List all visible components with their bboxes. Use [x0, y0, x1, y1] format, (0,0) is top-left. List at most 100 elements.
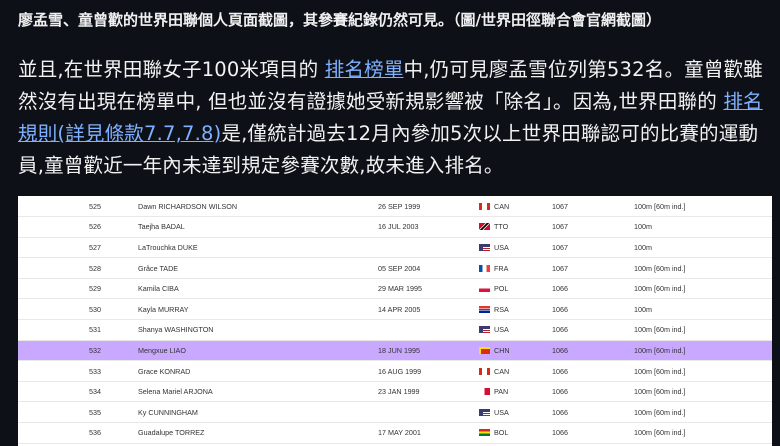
ranking-list-link[interactable]: 排名榜單 [325, 58, 404, 81]
country-code: TTO [494, 222, 509, 232]
country-flag-icon [479, 429, 490, 437]
country-flag-icon [479, 264, 490, 272]
score-cell: 1066 [552, 284, 568, 294]
event-cell: 100m [60m ind.] [634, 428, 686, 438]
rank-cell: 534 [89, 387, 101, 397]
birth-date-cell: 18 JUN 1995 [378, 345, 420, 355]
athlete-name-cell: Ky CUNNINGHAM [138, 407, 198, 417]
birth-date-cell: 05 SEP 2004 [378, 263, 421, 273]
rank-cell: 535 [89, 407, 101, 417]
country-cell: FRA [479, 258, 552, 279]
country-code: CHN [494, 345, 510, 355]
rank-cell: 536 [89, 428, 101, 438]
athlete-name-cell: Kamila CIBA [138, 284, 179, 294]
ranking-row-highlighted: 532 Mengxue LIAO 18 JUN 1995 CHN 1066 100m [6… [18, 340, 772, 361]
ranking-row: 530 Kayla MURRAY 14 APR 2005 RSA 1066 100m [18, 299, 772, 320]
score-cell: 1066 [552, 325, 568, 335]
country-flag-icon [479, 367, 490, 375]
country-cell: BOL [479, 423, 552, 444]
country-flag-icon [479, 326, 490, 334]
country-flag-icon [479, 243, 490, 251]
athlete-name-cell: Shanya WASHINGTON [138, 325, 214, 335]
athlete-name-cell: Grace KONRAD [138, 366, 191, 376]
country-code: RSA [494, 304, 509, 314]
birth-date-cell [378, 237, 479, 258]
score-cell: 1066 [552, 345, 568, 355]
ranking-row: 535 Ky CUNNINGHAM USA 1066 100m [60m ind.] [18, 402, 772, 423]
birth-date-cell [378, 320, 479, 341]
country-flag-icon [479, 388, 490, 396]
birth-date-cell: 29 MAR 1995 [378, 284, 422, 294]
score-cell: 1066 [552, 304, 568, 314]
athlete-name-cell: Taejha BADAL [138, 222, 185, 232]
country-cell: CAN [479, 361, 552, 382]
event-cell: 100m [60m ind.] [634, 325, 686, 335]
rank-cell: 529 [89, 284, 101, 294]
athlete-name-cell: Mengxue LIAO [138, 345, 186, 355]
birth-date-cell: 16 AUG 1999 [378, 366, 422, 376]
score-cell: 1066 [552, 407, 568, 417]
paragraph-text-1: 並且,在世界田聯女子100米項目的 [18, 58, 325, 81]
birth-date-cell: 23 JAN 1999 [378, 387, 420, 397]
ranking-table: 525 Dawn RICHARDSON WILSON 26 SEP 1999 CAN 1… [18, 196, 772, 444]
country-code: USA [494, 242, 509, 252]
event-cell: 100m [60m ind.] [634, 345, 686, 355]
ranking-row: 527 LaTrouchka DUKE USA 1067 100m [18, 237, 772, 258]
score-cell: 1067 [552, 263, 568, 273]
country-cell: POL [479, 278, 552, 299]
birth-date-cell: 26 SEP 1999 [378, 201, 421, 211]
athlete-name-cell: Kayla MURRAY [138, 304, 189, 314]
event-cell: 100m [60m ind.] [634, 263, 686, 273]
country-code: USA [494, 407, 509, 417]
event-cell: 100m [60m ind.] [634, 387, 686, 397]
country-cell: USA [479, 402, 552, 423]
image-caption: 廖孟雪、童曾歡的世界田聯個人頁面截圖，其參賽紀錄仍然可見。（圖/世界田徑聯合會官… [18, 11, 661, 29]
event-cell: 100m [634, 222, 652, 232]
birth-date-cell [378, 402, 479, 423]
country-cell: CAN [479, 196, 552, 217]
country-cell: USA [479, 320, 552, 341]
country-flag-icon [479, 346, 490, 354]
country-cell: PAN [479, 381, 552, 402]
country-cell: TTO [479, 217, 552, 238]
country-code: CAN [494, 366, 510, 376]
country-cell: CHN [479, 340, 552, 361]
country-code: POL [494, 284, 509, 294]
score-cell: 1066 [552, 428, 568, 438]
birth-date-cell: 14 APR 2005 [378, 304, 421, 314]
country-flag-icon [479, 408, 490, 416]
article-paragraph: 並且,在世界田聯女子100米項目的 排名榜單中,仍可見廖孟雪位列第532名。童曾… [18, 54, 770, 182]
rank-cell: 530 [89, 304, 101, 314]
ranking-row: 528 Grâce TADE 05 SEP 2004 FRA 1067 100m [60m… [18, 258, 772, 279]
ranking-row: 526 Taejha BADAL 16 JUL 2003 TTO 1067 100m [18, 217, 772, 238]
country-code: BOL [494, 428, 509, 438]
event-cell: 100m [634, 242, 652, 252]
score-cell: 1067 [552, 201, 568, 211]
athlete-name-cell: Grâce TADE [138, 263, 179, 273]
event-cell: 100m [60m ind.] [634, 407, 686, 417]
country-flag-icon [479, 285, 490, 293]
event-cell: 100m [60m ind.] [634, 201, 686, 211]
score-cell: 1067 [552, 222, 568, 232]
event-cell: 100m [60m ind.] [634, 284, 686, 294]
event-cell: 100m [60m ind.] [634, 366, 686, 376]
ranking-row: 531 Shanya WASHINGTON USA 1066 100m [60m ind… [18, 320, 772, 341]
country-cell: RSA [479, 299, 552, 320]
score-cell: 1066 [552, 366, 568, 376]
event-cell: 100m [634, 304, 652, 314]
country-flag-icon [479, 305, 490, 313]
country-code: PAN [494, 387, 509, 397]
athlete-name-cell: Dawn RICHARDSON WILSON [138, 201, 238, 211]
rank-cell: 532 [89, 345, 101, 355]
rank-cell: 527 [89, 242, 101, 252]
ranking-row: 529 Kamila CIBA 29 MAR 1995 POL 1066 100m [60… [18, 278, 772, 299]
score-cell: 1066 [552, 387, 568, 397]
ranking-row: 533 Grace KONRAD 16 AUG 1999 CAN 1066 100m [6… [18, 361, 772, 382]
country-flag-icon [479, 202, 490, 210]
ranking-row: 525 Dawn RICHARDSON WILSON 26 SEP 1999 CAN 1… [18, 196, 772, 217]
rank-cell: 531 [89, 325, 101, 335]
athlete-name-cell: Guadalupe TORREZ [138, 428, 205, 438]
rank-cell: 533 [89, 366, 101, 376]
ranking-row: 536 Guadalupe TORREZ 17 MAY 2001 BOL 1066 100… [18, 423, 772, 444]
country-flag-icon [479, 223, 490, 231]
